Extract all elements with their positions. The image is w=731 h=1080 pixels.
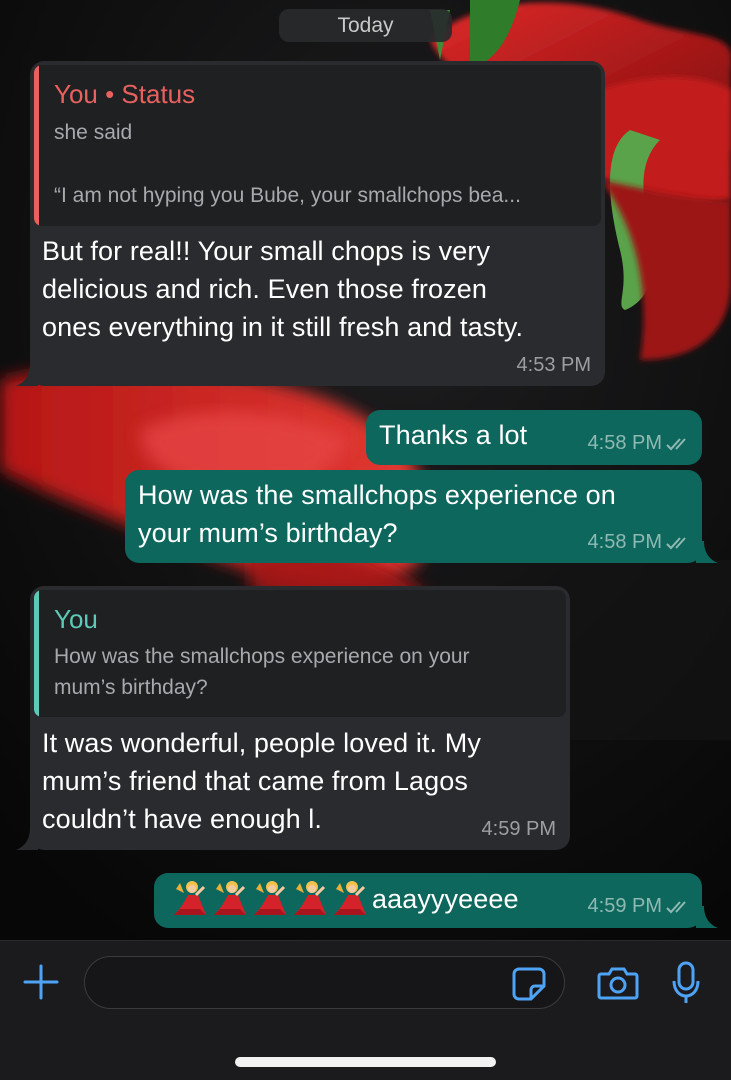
message-timestamp: 4:59 PM: [481, 818, 556, 840]
quoted-message[interactable]: You How was the smallchops experience on…: [34, 590, 566, 717]
date-separator: Today: [279, 9, 452, 42]
attach-button[interactable]: [18, 959, 64, 1005]
message-input-bar: [0, 940, 731, 1080]
message-line: mum’s friend that came from Lagos: [42, 766, 468, 796]
message-timestamp: 4:58 PM: [588, 432, 692, 455]
read-receipt-icon: [666, 537, 686, 550]
read-receipt-icon: [666, 436, 692, 452]
quote-accent-bar: [34, 590, 39, 717]
incoming-message[interactable]: You • Status she said “I am not hyping y…: [30, 61, 605, 386]
woman-dancing-emoji: [214, 881, 246, 915]
message-line: aaayyyeeee: [372, 884, 519, 914]
bubble-tail: [16, 364, 38, 386]
message-line: How was the smallchops experience on: [138, 480, 616, 510]
message-timestamp: 4:53 PM: [516, 354, 591, 376]
camera-icon: [597, 967, 639, 1000]
bubble-tail: [16, 828, 38, 850]
message-line: your mum’s birthday?: [138, 518, 398, 548]
chat-screen: Today You • Status she said “I am not hy…: [0, 0, 731, 1080]
microphone-icon: [672, 961, 700, 1003]
quote-line: “I am not hyping you Bube, your smallcho…: [54, 184, 521, 207]
camera-button[interactable]: [596, 961, 640, 1005]
quote-accent-bar: [34, 65, 39, 226]
message-line: ones everything in it still fresh and ta…: [42, 312, 524, 342]
outgoing-message[interactable]: Thanks a lot 4:58 PM: [366, 410, 702, 465]
sticker-icon: [512, 967, 546, 1001]
emoji-group: aaayyyeeee: [170, 879, 519, 919]
message-line: It was wonderful, people loved it. My: [42, 728, 481, 758]
home-indicator[interactable]: [235, 1057, 496, 1067]
quote-author: You • Status: [54, 79, 196, 109]
woman-dancing-emoji: [174, 881, 206, 915]
message-line: couldn’t have enough l.: [42, 804, 323, 834]
message-timestamp: 4:59 PM: [588, 895, 692, 918]
message-timestamp: 4:58 PM: [588, 531, 692, 554]
plus-icon: [23, 964, 59, 1000]
message-input[interactable]: [84, 956, 565, 1009]
read-receipt-icon: [666, 901, 686, 914]
outgoing-message[interactable]: aaayyyeeee 4:59 PM: [154, 873, 702, 928]
quote-line: mum’s birthday?: [54, 676, 208, 699]
quote-line: she said: [54, 121, 133, 144]
quote-author: You: [54, 604, 98, 634]
woman-dancing-emoji: [334, 881, 366, 915]
voice-message-button[interactable]: [664, 959, 708, 1007]
bubble-tail: [696, 541, 718, 563]
message-line: delicious and rich. Even those frozen: [42, 274, 487, 304]
message-line: Thanks a lot: [379, 420, 528, 450]
woman-dancing-emoji: [294, 881, 326, 915]
incoming-message[interactable]: You How was the smallchops experience on…: [30, 586, 570, 850]
outgoing-message[interactable]: How was the smallchops experience on you…: [125, 470, 702, 563]
bubble-tail: [696, 906, 718, 928]
woman-dancing-emoji: [254, 881, 286, 915]
message-line: But for real!! Your small chops is very: [42, 236, 491, 266]
quoted-status[interactable]: You • Status she said “I am not hyping y…: [34, 65, 601, 226]
sticker-button[interactable]: [508, 963, 550, 1005]
quote-line: How was the smallchops experience on you…: [54, 645, 470, 668]
